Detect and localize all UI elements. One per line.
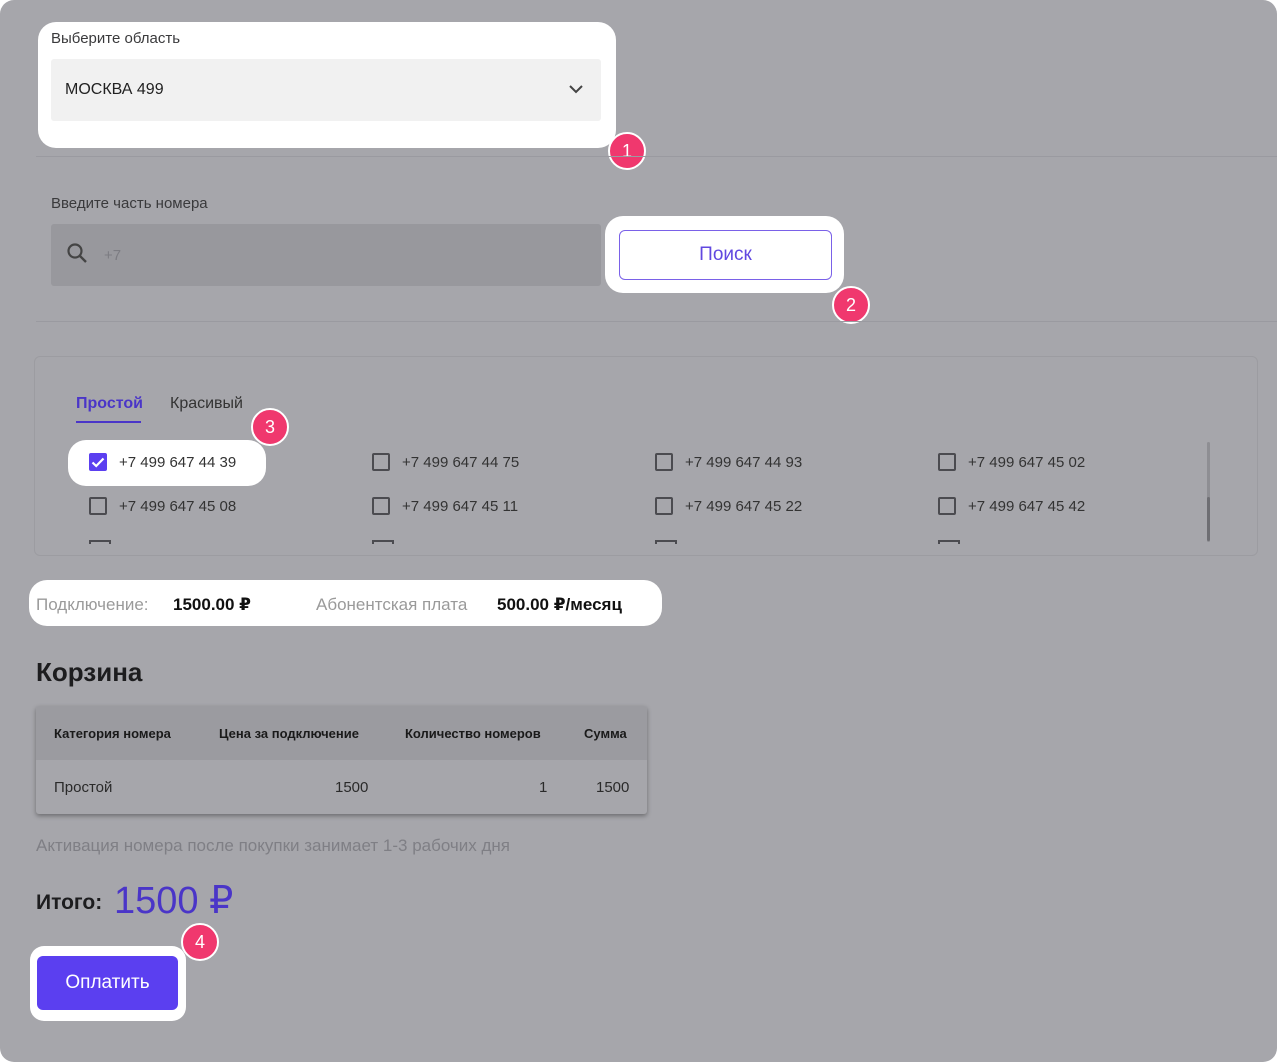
checkbox-partial [372,540,394,544]
search-button[interactable]: Поиск [619,230,832,280]
checkbox[interactable] [372,497,390,515]
table-cell: 1 [539,779,548,796]
checkbox[interactable] [372,453,390,471]
number-label: +7 499 647 45 02 [968,453,1086,471]
connection-label: Подключение: [36,595,149,614]
column-header: Цена за подключение [219,726,359,741]
step-badge-4: 4 [181,923,219,961]
checkbox-partial [938,540,960,544]
cart-table: Категория номера Цена за подключение Кол… [36,706,647,814]
search-input[interactable] [102,245,546,265]
search-label: Введите часть номера [51,195,208,212]
activation-note: Активация номера после покупки занимает … [36,836,511,855]
number-option[interactable]: +7 499 647 45 02 [938,453,1085,471]
number-label: +7 499 647 45 42 [968,497,1086,515]
checkbox[interactable] [89,497,107,515]
total-value: 1500 ₽ [114,880,234,922]
number-option[interactable]: +7 499 647 45 42 [938,497,1085,515]
table-cell: 1500 [335,779,369,796]
step-badge-1: 1 [608,132,646,170]
number-option[interactable]: +7 499 647 45 22 [655,497,802,515]
table-cell: Простой [54,779,113,796]
step-badge-2: 2 [832,286,870,324]
number-label: +7 499 647 45 22 [685,497,803,515]
number-label: +7 499 647 44 93 [685,453,803,471]
step-badge-3: 3 [251,408,289,446]
checkbox-partial [89,540,111,544]
subscription-value: 500.00 ₽/месяц [497,595,622,614]
column-header: Количество номеров [405,726,541,741]
subscription-label: Абонентская плата [316,595,468,614]
number-option[interactable]: +7 499 647 45 08 [89,497,236,515]
check-icon [91,457,105,468]
table-cell: 1500 [596,779,630,796]
number-option[interactable]: +7 499 647 44 39 [89,453,236,471]
tab-beautiful[interactable]: Красивый [170,395,243,413]
checkbox[interactable] [938,453,956,471]
checkbox-checked[interactable] [89,453,107,471]
checkbox[interactable] [655,453,673,471]
number-label: +7 499 647 45 11 [402,497,519,515]
divider [36,156,1277,157]
scrollbar-thumb[interactable] [1207,497,1210,541]
search-field[interactable] [51,224,601,286]
cart-title: Корзина [36,657,143,687]
column-header: Сумма [584,726,627,741]
number-option[interactable]: +7 499 647 44 75 [372,453,519,471]
page: Выберите область МОСКВА 499 1 Введите ча… [0,0,1277,1062]
checkbox[interactable] [655,497,673,515]
divider [36,321,1277,322]
column-header: Категория номера [54,726,171,741]
pay-button[interactable]: Оплатить [37,956,178,1010]
connection-value: 1500.00 ₽ [173,595,252,614]
tab-simple[interactable]: Простой [76,395,143,413]
number-option[interactable]: +7 499 647 44 93 [655,453,802,471]
cart-table-header: Категория номера Цена за подключение Кол… [36,706,647,760]
number-label: +7 499 647 44 39 [119,453,237,471]
number-label: +7 499 647 44 75 [402,453,520,471]
chevron-down-icon [569,81,583,99]
search-icon [66,242,88,269]
region-selected-value: МОСКВА 499 [65,81,164,98]
total-label: Итого: [36,891,103,914]
checkbox[interactable] [938,497,956,515]
checkbox-partial [655,540,677,544]
active-tab-indicator [76,421,141,423]
number-option[interactable]: +7 499 647 45 11 [372,497,518,515]
region-label: Выберите область [51,30,181,47]
number-label: +7 499 647 45 08 [119,497,237,515]
region-select[interactable]: МОСКВА 499 [51,59,601,121]
